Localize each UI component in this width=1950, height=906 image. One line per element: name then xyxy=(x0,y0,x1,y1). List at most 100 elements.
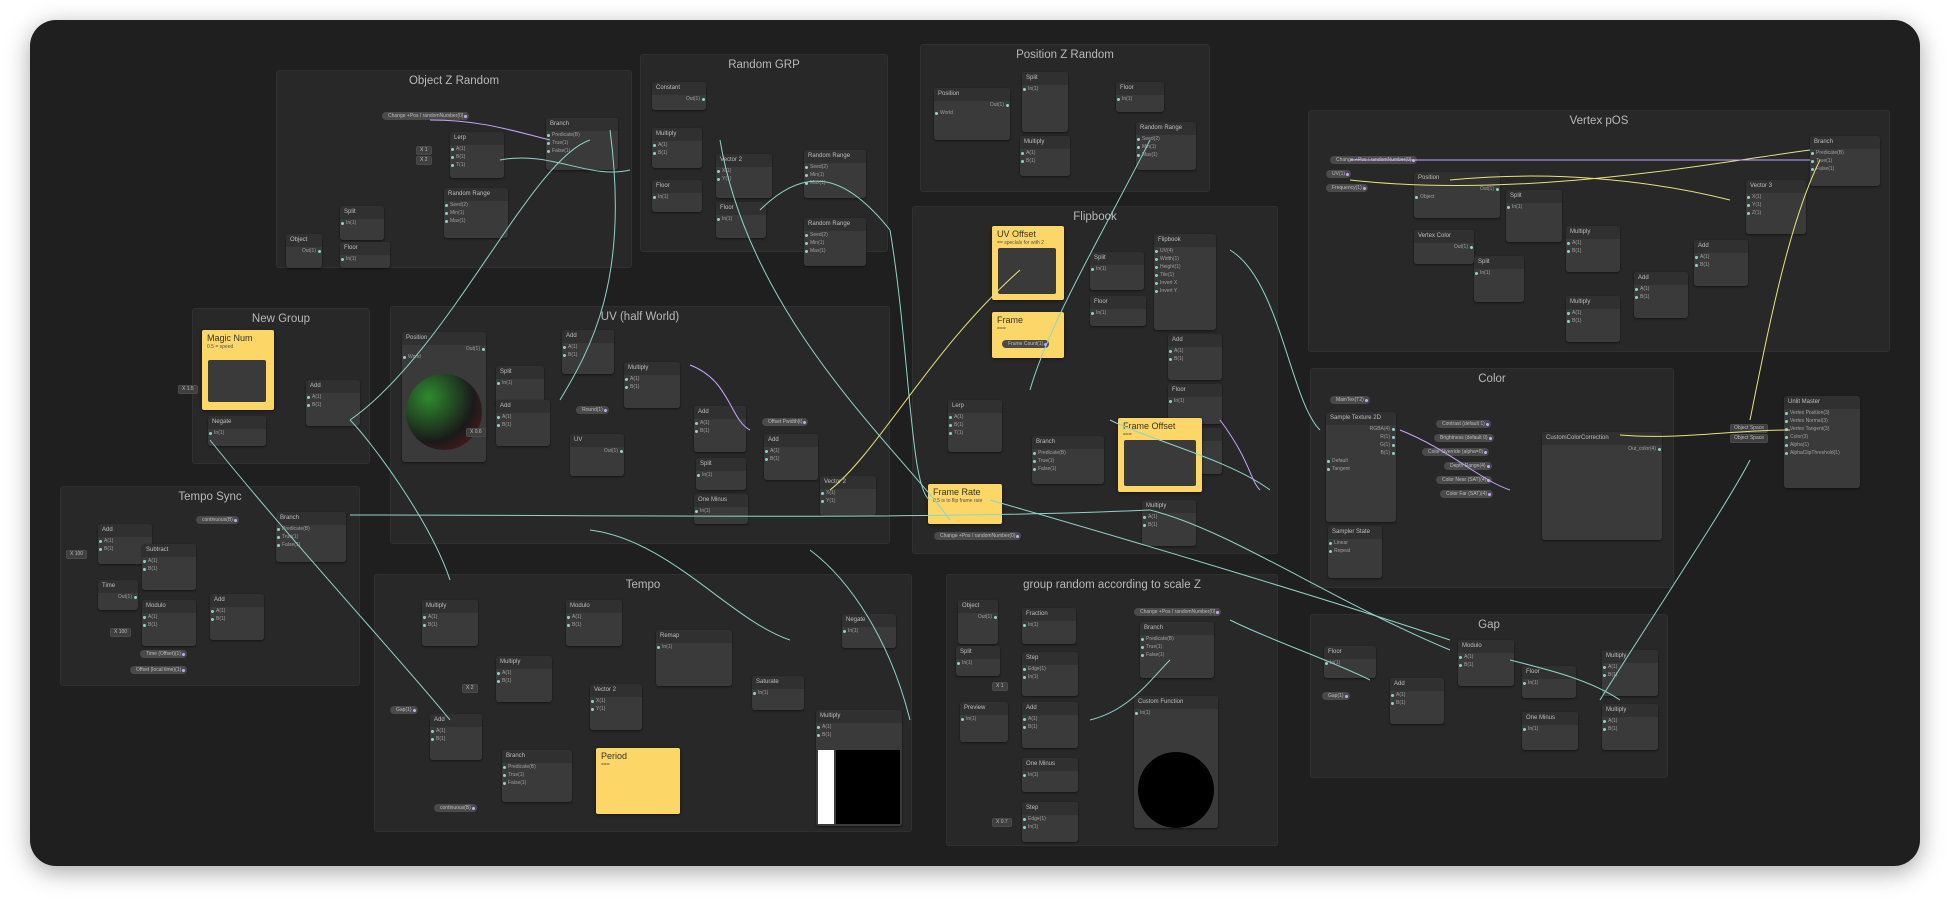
port-vertex-normal[interactable]: Vertex Normal(3) xyxy=(1784,417,1860,425)
space-dropdown[interactable]: World xyxy=(934,109,1010,117)
port-b[interactable]: B(1) xyxy=(210,615,264,623)
port-b[interactable]: B(1) xyxy=(1458,661,1514,669)
port-max[interactable]: Max(1) xyxy=(444,217,508,225)
port-y[interactable]: Y(1) xyxy=(716,175,772,183)
port-true[interactable]: True(1) xyxy=(502,771,572,779)
floor-node[interactable]: Floor In(1) xyxy=(1324,646,1376,678)
port-seed[interactable]: Seed(2) xyxy=(804,163,866,171)
vector2-node[interactable]: Vector 2 X(1) Y(1) xyxy=(716,154,772,198)
port-rgba[interactable]: RGBA(4) xyxy=(1326,425,1396,433)
port-out[interactable]: Out(1) xyxy=(1414,185,1500,193)
port-a[interactable]: A(1) xyxy=(1458,653,1514,661)
port-b[interactable]: B(1) xyxy=(1566,317,1620,325)
vector2-node[interactable]: Vector 2 X(1) Y(1) xyxy=(590,684,642,730)
const-input[interactable]: X 1 xyxy=(416,146,432,155)
port-position[interactable]: Out(1) xyxy=(958,613,998,621)
random-range-node[interactable]: Random Range Seed(2) Min(1) Max(1) xyxy=(444,188,508,238)
port-min[interactable]: Min(1) xyxy=(444,209,508,217)
sticky-frame[interactable]: Frame === xyxy=(992,312,1064,358)
position-node[interactable]: Position Out(1) World xyxy=(934,88,1010,140)
position-node[interactable]: Position Out(1) World xyxy=(402,332,486,462)
branch-node[interactable]: Branch Predicate(B) True(1) False(1) xyxy=(546,118,618,170)
port-b[interactable]: B(1) xyxy=(764,455,818,463)
remap-node[interactable]: Remap In(1) xyxy=(656,630,732,686)
port-y[interactable]: Y(1) xyxy=(590,705,642,713)
port-a[interactable]: A(1) xyxy=(142,557,196,565)
port-in[interactable]: In(1) xyxy=(1022,771,1078,779)
port-in[interactable]: In(1) xyxy=(956,659,1000,667)
port-out[interactable]: Out(1) xyxy=(1414,243,1474,251)
port-b[interactable]: B(1) xyxy=(1020,157,1070,165)
port-in[interactable]: In(1) xyxy=(960,715,1008,723)
split-node[interactable]: Split In(1) xyxy=(1506,190,1562,242)
random-range-node[interactable]: Random Range Seed(2) Min(1) Max(1) xyxy=(1136,122,1196,170)
split-node[interactable]: Split In(1) xyxy=(1474,256,1524,302)
change-ofss-property[interactable]: Change +Pos / randomNumber(0) xyxy=(934,532,1022,540)
filter-dropdown[interactable]: Linear xyxy=(1328,539,1382,547)
port-b[interactable]: B(1) xyxy=(422,621,478,629)
continuous-property[interactable]: continuous(B) xyxy=(434,804,477,812)
gap-property[interactable]: Gap(1) xyxy=(1322,692,1350,700)
port-in[interactable]: In(1) xyxy=(752,689,804,697)
negate-node[interactable]: Negate In(1) xyxy=(208,416,266,446)
port-a[interactable]: A(1) xyxy=(1602,663,1658,671)
position-node[interactable]: Position Out(1) Object xyxy=(1414,172,1500,218)
port-b[interactable]: B(1) xyxy=(1602,671,1658,679)
branch-node[interactable]: Branch Predicate(B) True(1) False(1) xyxy=(1032,436,1104,484)
add-node[interactable] xyxy=(998,248,1056,294)
vertex-color-node[interactable]: Vertex Color Out(1) xyxy=(1414,230,1474,264)
port-a[interactable]: A(1) xyxy=(566,613,622,621)
port-a[interactable]: A(1) xyxy=(694,419,746,427)
port-b[interactable]: B(1) xyxy=(1602,725,1658,733)
port-max[interactable]: Max(1) xyxy=(1136,151,1196,159)
port-out[interactable]: Out(1) xyxy=(934,101,1010,109)
port-predicate[interactable]: Predicate(B) xyxy=(502,763,572,771)
port-false[interactable]: False(1) xyxy=(502,779,572,787)
const-input[interactable]: X 2 xyxy=(462,684,478,693)
port-in[interactable]: In(1) xyxy=(1168,397,1222,405)
port-in[interactable]: In(1) xyxy=(340,219,384,227)
random-range-node[interactable]: Random Range Seed(2) Min(1) Max(1) xyxy=(804,150,866,198)
port-a[interactable]: A(1) xyxy=(1694,253,1748,261)
split-node[interactable]: Split In(1) xyxy=(956,646,1000,676)
port-uv[interactable]: UV(4) xyxy=(1154,247,1216,255)
port-y[interactable]: Y(1) xyxy=(1746,201,1806,209)
lerp-node[interactable]: Lerp A(1) B(1) T(1) xyxy=(948,400,1002,452)
floor-node[interactable]: Floor In(1) xyxy=(716,202,766,238)
port-a[interactable]: A(1) xyxy=(562,343,614,351)
random-range-node[interactable]: Random Range Seed(2) Min(1) Max(1) xyxy=(804,218,866,266)
const-input[interactable]: X 0.7 xyxy=(992,818,1012,827)
port-x[interactable]: X(1) xyxy=(716,167,772,175)
port-min[interactable]: Min(1) xyxy=(1136,143,1196,151)
port-x[interactable]: X(1) xyxy=(1746,193,1806,201)
port-predicate[interactable]: Predicate(B) xyxy=(546,131,618,139)
split-node[interactable]: Split In(1) xyxy=(696,458,746,490)
port-seed[interactable]: Seed(2) xyxy=(444,201,508,209)
const-input[interactable]: X 0.6 xyxy=(466,428,486,437)
port-b[interactable]: B(1) xyxy=(652,149,702,157)
port-in[interactable]: In(1) xyxy=(1022,85,1068,93)
saturate-node[interactable]: Saturate In(1) xyxy=(752,676,804,710)
port-predicate[interactable]: Predicate(B) xyxy=(1810,149,1880,157)
port-true[interactable]: True(1) xyxy=(1032,457,1104,465)
continuous-property[interactable]: continuous(B) xyxy=(196,516,239,524)
one-minus-node[interactable]: One Minus In(1) xyxy=(1522,712,1578,750)
port-width[interactable]: Width(1) xyxy=(1154,255,1216,263)
modulo-node[interactable]: Modulo A(1) B(1) xyxy=(566,600,622,646)
negate-node[interactable]: Negate In(1) xyxy=(842,614,896,648)
floor-node[interactable]: Floor In(1) xyxy=(1090,296,1146,326)
port-a[interactable]: A(1) xyxy=(142,613,196,621)
port-predicate[interactable]: Predicate(B) xyxy=(1032,449,1104,457)
port-out[interactable]: Out(1) xyxy=(98,593,138,601)
add-node[interactable]: Add A(1) B(1) xyxy=(1022,702,1078,748)
frame-count-property[interactable]: Frame Count(1) xyxy=(1002,340,1050,348)
port-in[interactable]: In(1) xyxy=(1522,725,1578,733)
port-a[interactable]: A(1) xyxy=(1390,691,1444,699)
port-true[interactable]: True(1) xyxy=(276,533,346,541)
port-in[interactable]: In(1) xyxy=(1522,679,1576,687)
add-node[interactable]: Add A(1) B(1) xyxy=(1634,272,1688,318)
port-in[interactable]: In(1) xyxy=(1506,203,1562,211)
space-dropdown[interactable]: Tangent xyxy=(1326,465,1396,473)
time-node[interactable]: Time Out(1) xyxy=(98,580,138,610)
brightness-property[interactable]: Brightness (default 0) xyxy=(1434,434,1494,442)
